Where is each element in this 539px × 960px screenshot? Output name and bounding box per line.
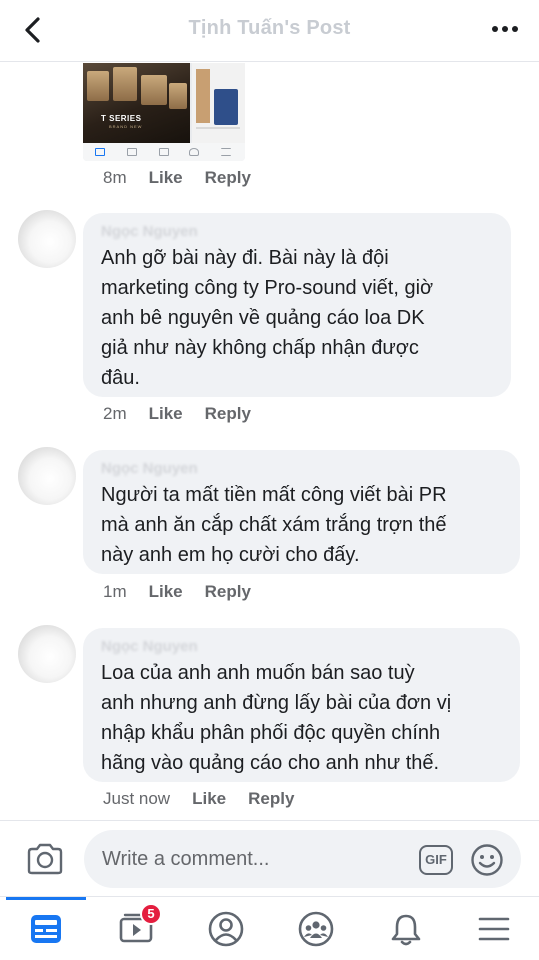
comment-meta: 1m Like Reply xyxy=(103,582,251,602)
smiley-icon[interactable] xyxy=(470,843,504,877)
avatar[interactable] xyxy=(18,447,76,505)
tab-news-feed[interactable] xyxy=(2,897,90,960)
tab-menu[interactable] xyxy=(450,897,538,960)
like-button[interactable]: Like xyxy=(149,582,183,601)
reply-button[interactable]: Reply xyxy=(205,404,251,423)
comment-input[interactable] xyxy=(84,830,521,888)
notification-badge: 5 xyxy=(140,903,162,925)
groups-icon xyxy=(298,911,334,947)
bell-icon xyxy=(391,914,421,946)
image-brand-subtext: BRAND NEW xyxy=(109,124,143,129)
comment-meta: 2m Like Reply xyxy=(103,404,251,424)
more-horizontal-icon[interactable] xyxy=(491,18,519,40)
avatar[interactable] xyxy=(18,625,76,683)
comment-attachment-image[interactable]: T SERIES BRAND NEW xyxy=(83,63,245,161)
speaker-photo: T SERIES BRAND NEW xyxy=(83,63,190,143)
comment-time: 1m xyxy=(103,582,127,601)
comment-bubble[interactable]: Ngọc Nguyen Loa của anh anh muốn bán sao… xyxy=(83,628,520,782)
comment-time: 8m xyxy=(103,168,127,187)
like-button[interactable]: Like xyxy=(149,404,183,423)
tab-notifications[interactable] xyxy=(362,897,450,960)
like-button[interactable]: Like xyxy=(149,168,183,187)
comment-meta: Just now Like Reply xyxy=(103,789,294,809)
comment-text: Anh gỡ bài này đi. Bài này là đội market… xyxy=(101,247,434,389)
gif-button[interactable]: GIF xyxy=(419,845,453,875)
camera-icon[interactable] xyxy=(26,842,64,876)
comment-text: Người ta mất tiền mất công viết bài PR m… xyxy=(101,484,447,566)
screenshot-nav-bar xyxy=(83,143,245,161)
comment-time: Just now xyxy=(103,789,171,808)
comment-author[interactable]: Ngọc Nguyen xyxy=(101,460,506,480)
news-feed-icon xyxy=(31,915,61,943)
tab-watch[interactable]: 5 xyxy=(92,897,180,960)
comment-time: 2m xyxy=(103,404,127,423)
menu-icon xyxy=(478,917,510,941)
comment-meta: 8m Like Reply xyxy=(103,168,251,188)
comment-text: Loa của anh anh muốn bán sao tuỳ anh như… xyxy=(101,662,452,774)
page-title: Tịnh Tuấn's Post xyxy=(188,17,351,39)
tab-groups[interactable] xyxy=(272,897,360,960)
bottom-tab-bar: 5 xyxy=(0,896,539,960)
profile-icon xyxy=(208,911,244,947)
comments-list[interactable]: T SERIES BRAND NEW 8m Like Reply Ngọc Nguy… xyxy=(0,63,539,820)
post-header: Tịnh Tuấn's Post xyxy=(0,0,539,62)
comment-author[interactable]: Ngọc Nguyen xyxy=(101,223,497,243)
speaker-thumbnail xyxy=(192,63,245,143)
like-button[interactable]: Like xyxy=(192,789,226,808)
reply-button[interactable]: Reply xyxy=(205,582,251,601)
comment-bubble[interactable]: Ngọc Nguyen Anh gỡ bài này đi. Bài này l… xyxy=(83,213,511,397)
avatar[interactable] xyxy=(18,210,76,268)
image-brand-text: T SERIES xyxy=(101,114,142,123)
reply-button[interactable]: Reply xyxy=(205,168,251,187)
tab-profile[interactable] xyxy=(182,897,270,960)
reply-button[interactable]: Reply xyxy=(248,789,294,808)
comment-composer: GIF xyxy=(0,820,539,896)
comment-author[interactable]: Ngọc Nguyen xyxy=(101,638,506,658)
comment-bubble[interactable]: Ngọc Nguyen Người ta mất tiền mất công v… xyxy=(83,450,520,574)
